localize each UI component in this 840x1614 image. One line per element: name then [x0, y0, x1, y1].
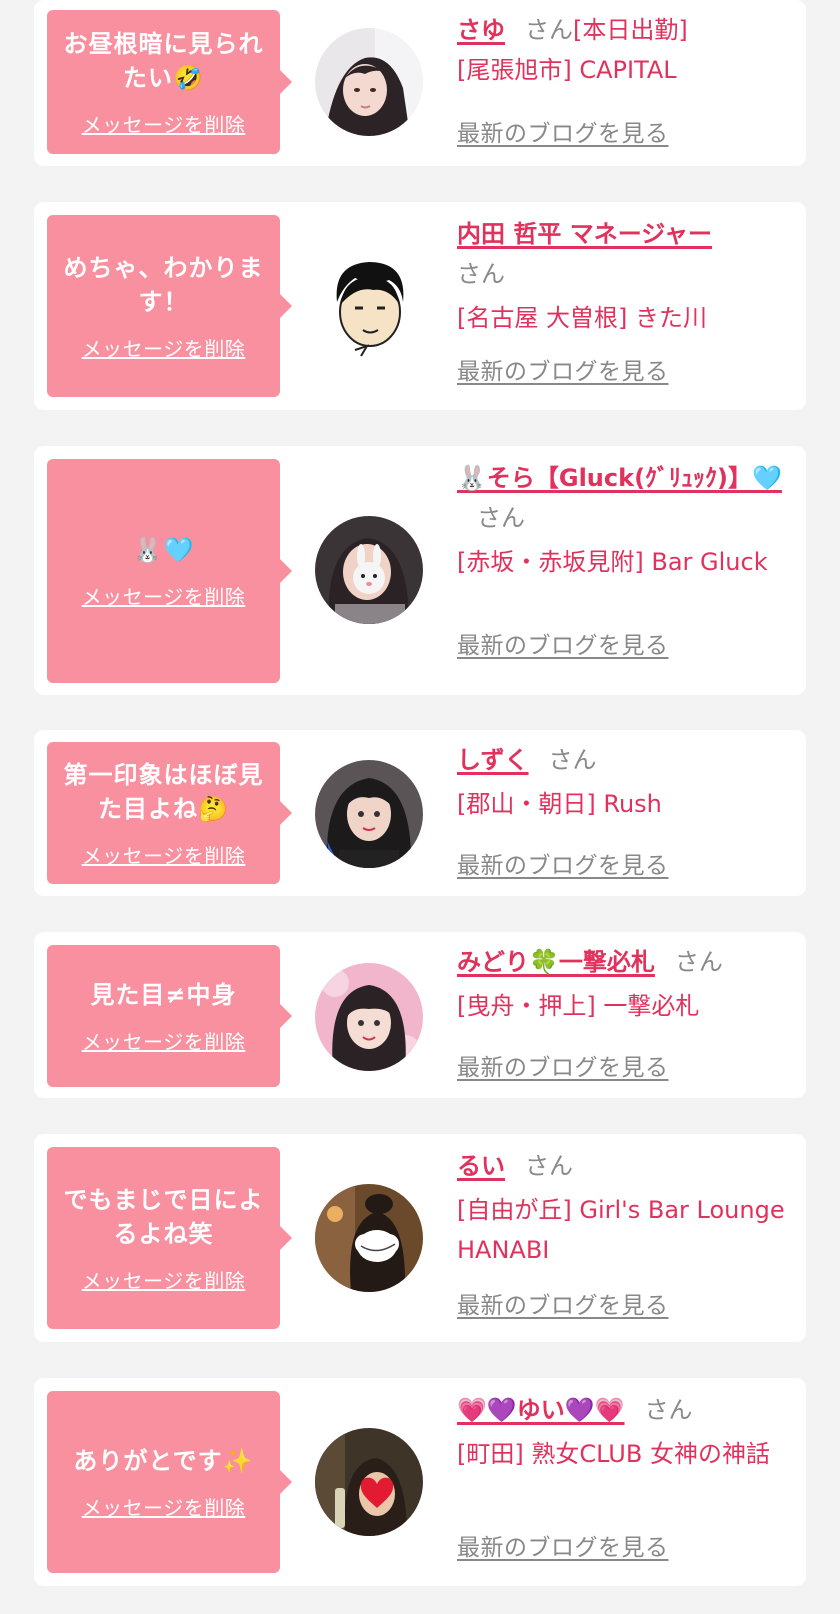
latest-blog-link[interactable]: 最新のブログを見る: [457, 1286, 669, 1320]
avatar[interactable]: [315, 28, 423, 136]
message-list: お昼根暗に見られたい🤣 メッセージを削除 さゆ さん[本日出勤] [尾張旭市] C…: [0, 0, 840, 1614]
portrait-photo-icon: [315, 760, 423, 868]
message-bubble: でもまじで日によるよね笑 メッセージを削除: [47, 1147, 292, 1329]
work-status: [本日出勤]: [573, 16, 688, 44]
user-name-link[interactable]: さゆ: [457, 16, 505, 44]
message-card: 見た目≠中身 メッセージを削除 みどり🍀一撃必札 さん [曳舟・押上] 一撃必札 …: [34, 932, 806, 1098]
honorific: さん: [525, 1152, 573, 1180]
user-info: 🐰そら【Gluck(ｸﾞﾘｭｯｸ)】🩵 さん [赤坂・赤坂見附] Bar Gluc…: [457, 458, 792, 582]
shop-info: [曳舟・押上] 一撃必札: [457, 992, 700, 1020]
honorific: さん: [644, 1396, 693, 1424]
shop-info: [郡山・朝日] Rush: [457, 790, 662, 818]
user-name-link[interactable]: 💗💜ゆい💜💗: [457, 1396, 625, 1424]
honorific: さん: [548, 746, 597, 774]
message-card: でもまじで日によるよね笑 メッセージを削除 るい さん [自由が丘] Girl's…: [34, 1134, 806, 1342]
user-info: 内田 哲平 マネージャー さん [名古屋 大曽根] きた川: [457, 214, 792, 338]
honorific: さん: [457, 260, 505, 288]
message-text: 第一印象はほぼ見た目よね🤔: [63, 760, 264, 823]
portrait-photo-icon: [315, 516, 423, 624]
message-text: お昼根暗に見られたい🤣: [63, 29, 264, 92]
user-name-link[interactable]: るい: [457, 1152, 505, 1180]
user-name-link[interactable]: みどり🍀一撃必札: [457, 948, 655, 976]
honorific: さん: [674, 948, 723, 976]
message-bubble: お昼根暗に見られたい🤣 メッセージを削除: [47, 10, 292, 154]
portrait-photo-icon: [315, 1184, 423, 1292]
delete-message-link[interactable]: メッセージを削除: [82, 109, 246, 138]
name-line: さゆ さん[本日出勤]: [457, 10, 792, 50]
portrait-photo-icon: [315, 963, 423, 1071]
message-card: 🐰🩵 メッセージを削除 🐰そら【Gluck(ｸﾞﾘｭｯｸ)】🩵さん [赤坂・赤坂…: [34, 446, 806, 695]
latest-blog-link[interactable]: 最新のブログを見る: [457, 1048, 669, 1082]
delete-message-link[interactable]: メッセージを削除: [82, 333, 246, 362]
avatar[interactable]: [315, 250, 423, 358]
message-bubble: めちゃ、わかります！ メッセージを削除: [47, 215, 292, 397]
avatar[interactable]: [315, 1428, 423, 1536]
user-info: さゆ さん[本日出勤] [尾張旭市] CAPITAL: [457, 10, 792, 90]
shop-info: [自由が丘] Girl's Bar Lounge HANABI: [457, 1196, 785, 1264]
latest-blog-link[interactable]: 最新のブログを見る: [457, 352, 669, 386]
user-name-link[interactable]: 内田 哲平 マネージャー: [457, 220, 712, 248]
latest-blog-link[interactable]: 最新のブログを見る: [457, 846, 669, 880]
name-line: しずく さん: [457, 740, 792, 780]
avatar[interactable]: [315, 760, 423, 868]
latest-blog-link[interactable]: 最新のブログを見る: [457, 1528, 669, 1562]
name-line: 内田 哲平 マネージャー さん: [457, 214, 792, 294]
delete-message-link[interactable]: メッセージを削除: [82, 1492, 246, 1521]
message-bubble: 見た目≠中身 メッセージを削除: [47, 945, 292, 1087]
delete-message-link[interactable]: メッセージを削除: [82, 1265, 246, 1294]
user-info: 💗💜ゆい💜💗 さん [町田] 熟女CLUB 女神の神話: [457, 1390, 792, 1474]
message-card: お昼根暗に見られたい🤣 メッセージを削除 さゆ さん[本日出勤] [尾張旭市] C…: [34, 0, 806, 166]
user-name-link[interactable]: しずく: [457, 746, 529, 774]
message-bubble: 🐰🩵 メッセージを削除: [47, 459, 292, 683]
message-text: 見た目≠中身: [90, 980, 237, 1009]
avatar[interactable]: [315, 516, 423, 624]
message-text: ありがとです✨: [73, 1446, 254, 1475]
latest-blog-link[interactable]: 最新のブログを見る: [457, 626, 669, 660]
portrait-photo-icon: [315, 28, 423, 136]
cartoon-man-illustration-icon: [315, 250, 423, 358]
message-bubble: 第一印象はほぼ見た目よね🤔 メッセージを削除: [47, 742, 292, 884]
name-line: 🐰そら【Gluck(ｸﾞﾘｭｯｸ)】🩵 さん: [457, 458, 792, 538]
message-card: ありがとです✨ メッセージを削除 💗💜ゆい💜💗 さん [町田] 熟女CLUB 女神…: [34, 1378, 806, 1586]
user-info: しずく さん [郡山・朝日] Rush: [457, 740, 792, 824]
honorific: さん: [525, 16, 573, 44]
delete-message-link[interactable]: メッセージを削除: [82, 1026, 246, 1055]
message-card: めちゃ、わかります！ メッセージを削除 内田 哲平 マネージャー さん [名古屋…: [34, 202, 806, 410]
message-card: 第一印象はほぼ見た目よね🤔 メッセージを削除 しずく さん [郡山・朝日] Rus…: [34, 730, 806, 896]
honorific: さん: [477, 504, 525, 532]
message-bubble: ありがとです✨ メッセージを削除: [47, 1391, 292, 1573]
shop-info: [赤坂・赤坂見附] Bar Gluck: [457, 548, 768, 576]
portrait-photo-icon: [315, 1428, 423, 1536]
name-line: るい さん: [457, 1146, 792, 1186]
avatar[interactable]: [315, 1184, 423, 1292]
shop-info: [町田] 熟女CLUB 女神の神話: [457, 1440, 770, 1468]
shop-info: [尾張旭市] CAPITAL: [457, 56, 677, 84]
name-line: 💗💜ゆい💜💗 さん: [457, 1390, 792, 1430]
user-info: みどり🍀一撃必札 さん [曳舟・押上] 一撃必札: [457, 942, 792, 1026]
delete-message-link[interactable]: メッセージを削除: [82, 581, 246, 610]
user-info: るい さん [自由が丘] Girl's Bar Lounge HANABI: [457, 1146, 792, 1270]
message-text: 🐰🩵: [132, 535, 195, 564]
latest-blog-link[interactable]: 最新のブログを見る: [457, 114, 669, 148]
user-name-link[interactable]: 🐰そら【Gluck(ｸﾞﾘｭｯｸ)】🩵: [457, 464, 782, 492]
avatar[interactable]: [315, 963, 423, 1071]
name-line: みどり🍀一撃必札 さん: [457, 942, 792, 982]
message-text: めちゃ、わかります！: [63, 253, 264, 316]
shop-info: [名古屋 大曽根] きた川: [457, 304, 707, 332]
delete-message-link[interactable]: メッセージを削除: [82, 840, 246, 869]
message-text: でもまじで日によるよね笑: [63, 1185, 264, 1248]
